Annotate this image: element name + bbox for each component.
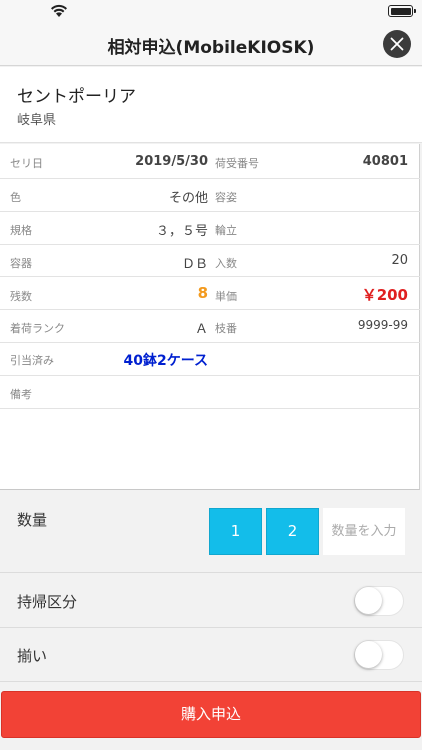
quantity-2-button[interactable]: 2 bbox=[266, 508, 319, 555]
auction-date-label: セリ日 bbox=[10, 157, 43, 170]
container-label: 容器 bbox=[10, 257, 32, 270]
remaining-label: 残数 bbox=[10, 290, 32, 303]
qty-per-value: 20 bbox=[391, 253, 408, 268]
product-header: セントポーリア 岐阜県 bbox=[0, 67, 422, 143]
flower-count-label: 輪立 bbox=[215, 224, 237, 237]
color-value: その他 bbox=[168, 191, 208, 206]
quantity-label: 数量 bbox=[17, 511, 48, 529]
color-label: 色 bbox=[10, 191, 21, 204]
quantity-1-button[interactable]: 1 bbox=[209, 508, 262, 555]
auction-date-value: 2019/5/30 bbox=[135, 154, 208, 169]
status-bar bbox=[0, 0, 422, 22]
rank-value: Ａ bbox=[194, 322, 208, 337]
branch-no-label: 枝番 bbox=[215, 322, 237, 335]
matching-label: 揃い bbox=[17, 647, 48, 665]
quantity-section: 数量 1 2 bbox=[0, 491, 422, 573]
allocated-label: 引当済み bbox=[10, 354, 54, 367]
container-value: ＤＢ bbox=[181, 257, 208, 272]
remarks-label: 備考 bbox=[10, 388, 32, 401]
branch-no-value: 9999-99 bbox=[357, 318, 408, 332]
detail-row-spec: 規格 ３，５号 輪立 bbox=[0, 212, 420, 245]
shape-label: 容姿 bbox=[215, 191, 237, 204]
rank-label: 着荷ランク bbox=[10, 322, 65, 335]
detail-row-remaining: 残数 8 単価 ￥200 bbox=[0, 277, 420, 310]
detail-row-date: セリ日 2019/5/30 荷受番号 40801 bbox=[0, 144, 420, 179]
toggle-knob bbox=[355, 641, 382, 668]
takeout-row: 持帰区分 bbox=[0, 574, 422, 628]
takeout-label: 持帰区分 bbox=[17, 593, 78, 611]
nav-bar: 相対申込(MobileKIOSK) bbox=[0, 22, 422, 66]
detail-row-container: 容器 ＤＢ 入数 20 bbox=[0, 245, 420, 277]
detail-row-allocated: 引当済み 40鉢2ケース bbox=[0, 343, 420, 376]
receipt-no-value: 40801 bbox=[362, 154, 408, 169]
matching-toggle[interactable] bbox=[354, 640, 404, 670]
spec-value: ３，５号 bbox=[155, 224, 208, 239]
purchase-request-button[interactable]: 購入申込 bbox=[1, 691, 421, 738]
allocated-value: 40鉢2ケース bbox=[123, 353, 208, 369]
page-title: 相対申込(MobileKIOSK) bbox=[107, 38, 315, 58]
product-name: セントポーリア bbox=[17, 87, 136, 107]
wifi-icon bbox=[51, 4, 67, 17]
qty-per-label: 入数 bbox=[215, 257, 237, 270]
product-prefecture: 岐阜県 bbox=[17, 113, 57, 128]
matching-row: 揃い bbox=[0, 628, 422, 682]
toggle-knob bbox=[355, 587, 382, 614]
detail-row-remarks: 備考 bbox=[0, 376, 420, 409]
detail-row-rank: 着荷ランク Ａ 枝番 9999-99 bbox=[0, 310, 420, 343]
unit-price-value: ￥200 bbox=[361, 286, 408, 304]
detail-table: セリ日 2019/5/30 荷受番号 40801 色 その他 容姿 規格 ３，５… bbox=[0, 144, 420, 490]
close-icon bbox=[390, 37, 404, 51]
unit-price-label: 単価 bbox=[215, 290, 237, 303]
receipt-no-label: 荷受番号 bbox=[215, 157, 259, 170]
battery-icon bbox=[388, 5, 416, 17]
detail-row-color: 色 その他 容姿 bbox=[0, 179, 420, 212]
takeout-toggle[interactable] bbox=[354, 586, 404, 616]
close-button[interactable] bbox=[383, 30, 411, 58]
quantity-input[interactable] bbox=[323, 508, 405, 555]
spec-label: 規格 bbox=[10, 224, 32, 237]
remaining-value: 8 bbox=[197, 284, 208, 302]
